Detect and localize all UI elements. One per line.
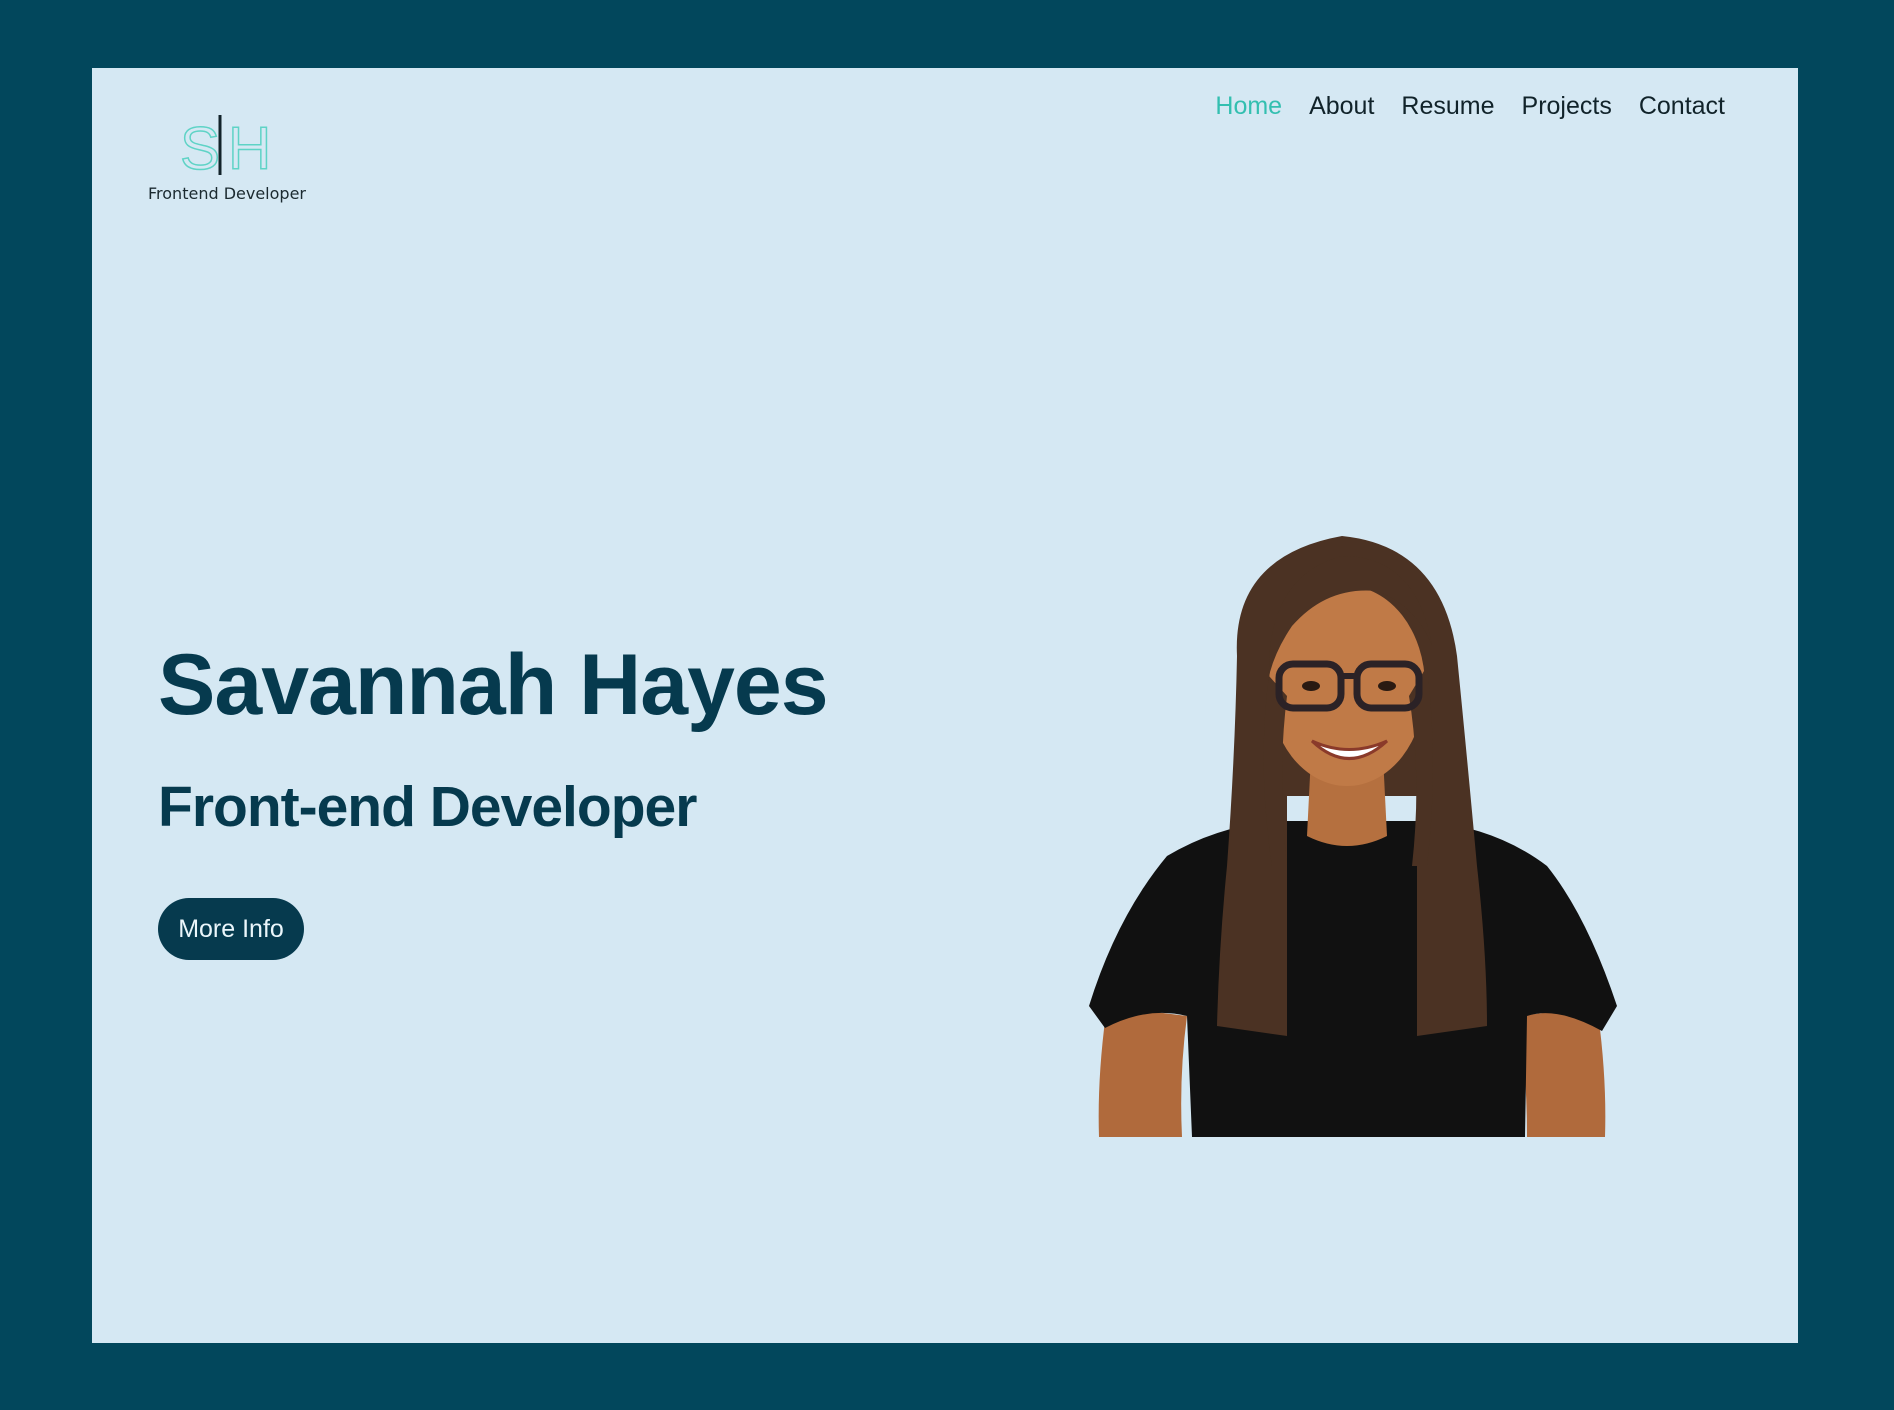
nav-projects[interactable]: Projects — [1522, 92, 1612, 121]
svg-text:H: H — [228, 115, 271, 179]
hero-role: Front-end Developer — [158, 775, 697, 839]
logo-icon: S H — [179, 114, 272, 179]
logo-caption: Frontend Developer — [148, 184, 306, 203]
more-info-button[interactable]: More Info — [158, 898, 304, 960]
nav-resume[interactable]: Resume — [1401, 92, 1494, 121]
nav-about[interactable]: About — [1309, 92, 1374, 121]
nav-home[interactable]: Home — [1215, 92, 1282, 121]
hero-name: Savannah Hayes — [158, 637, 829, 733]
portrait-photo — [1089, 536, 1617, 1137]
svg-text:S: S — [180, 115, 220, 179]
main-nav: Home About Resume Projects Contact — [1215, 92, 1725, 121]
site-logo[interactable]: S H Frontend Developer — [148, 113, 308, 213]
nav-contact[interactable]: Contact — [1639, 92, 1725, 121]
page-frame: S H Frontend Developer Home About Resume… — [92, 68, 1798, 1343]
